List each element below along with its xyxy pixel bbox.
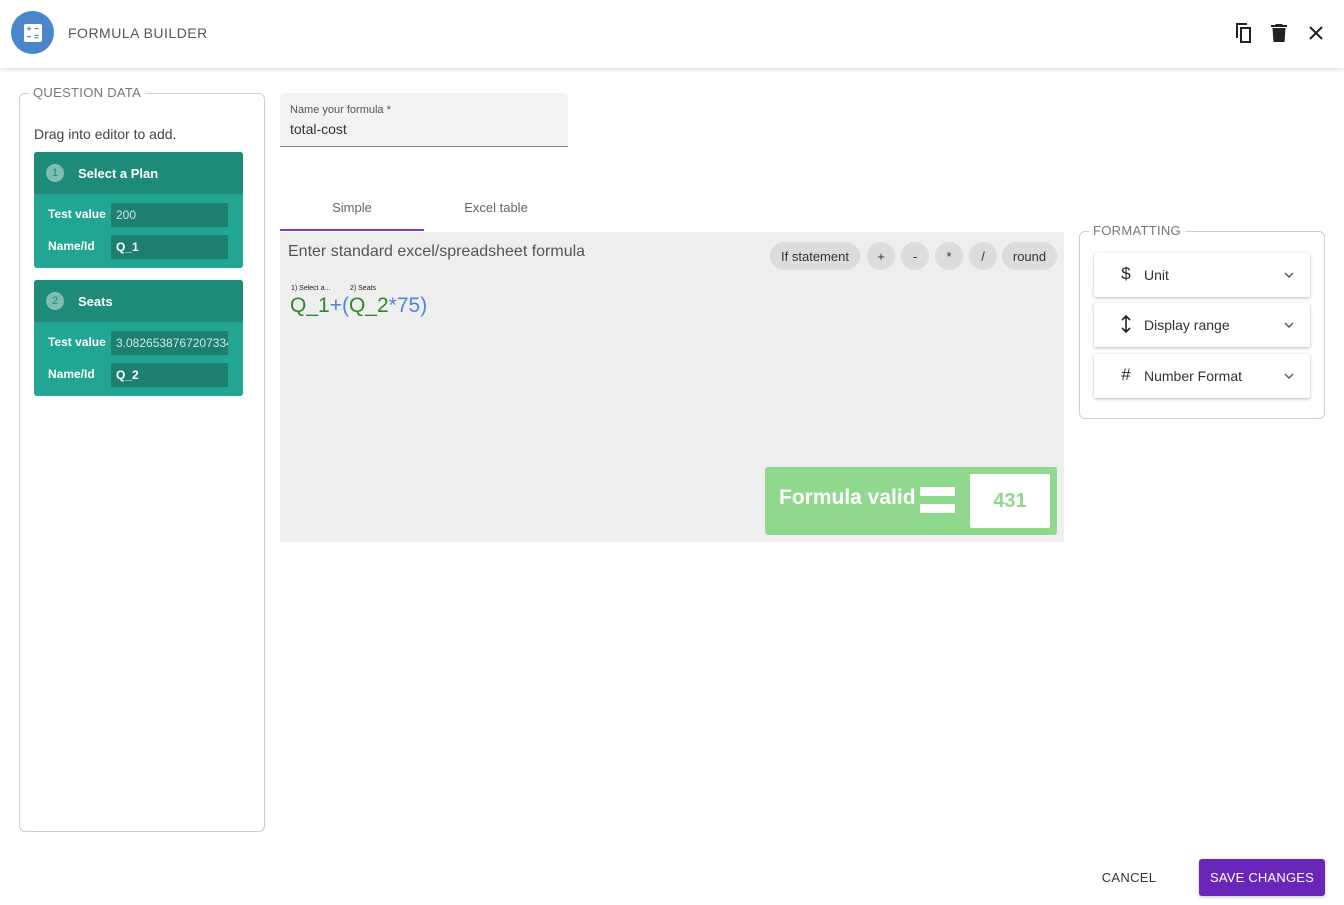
question-card-header[interactable]: 2 Seats (34, 280, 243, 322)
token-caption: 2) Seats (349, 285, 377, 292)
name-id-label: Name/Id (48, 239, 95, 253)
display-range-label: Display range (1144, 317, 1230, 333)
test-value-label: Test value (48, 207, 106, 221)
cancel-button[interactable]: CANCEL (1094, 860, 1164, 894)
equals-icon (920, 504, 955, 513)
save-changes-button[interactable]: SAVE CHANGES (1199, 859, 1325, 896)
name-id-input[interactable]: Q_1 (111, 235, 228, 259)
formula-token-variable[interactable]: 1) Select a... Q_1 (290, 285, 330, 318)
number-format-label: Number Format (1144, 368, 1243, 384)
question-title: Select a Plan (78, 165, 159, 181)
if-statement-button[interactable]: If statement (770, 242, 860, 270)
formula-editor[interactable]: Enter standard excel/spreadsheet formula… (280, 232, 1064, 542)
chevron-down-icon (1284, 373, 1294, 379)
formula-status-box: Formula valid 431 (765, 467, 1057, 535)
hash-icon: # (1121, 365, 1131, 384)
question-title: Seats (78, 293, 113, 309)
formula-result: 431 (970, 474, 1050, 528)
copy-icon (1236, 23, 1251, 43)
display-range-dropdown[interactable]: Display range (1094, 303, 1310, 347)
formatting-panel: FORMATTING $ Unit Display range # Number… (1079, 223, 1325, 419)
question-data-panel: QUESTION DATA Drag into editor to add. 1… (19, 85, 265, 832)
question-number-badge: 1 (46, 164, 64, 182)
unit-dropdown[interactable]: $ Unit (1094, 253, 1310, 297)
drag-hint: Drag into editor to add. (34, 126, 177, 142)
question-data-legend: QUESTION DATA (29, 85, 146, 100)
chevron-down-icon (1284, 272, 1294, 278)
tab-excel-table[interactable]: Excel table (424, 193, 568, 231)
delete-icon (1271, 24, 1287, 42)
formula-status-text: Formula valid (779, 486, 916, 509)
formula-token-operator: *75) (388, 294, 428, 317)
name-id-input[interactable]: Q_2 (111, 363, 228, 387)
divide-button[interactable]: / (969, 242, 997, 270)
vertical-arrows-icon (1116, 314, 1136, 334)
name-id-label: Name/Id (48, 367, 95, 381)
plus-button[interactable]: + (867, 242, 895, 270)
round-button[interactable]: round (1002, 242, 1057, 270)
question-number-badge: 2 (46, 292, 64, 310)
equals-icon (920, 487, 955, 496)
test-value-input[interactable]: 200 (111, 203, 228, 227)
copy-button[interactable] (1230, 20, 1256, 46)
formula-expression[interactable]: 1) Select a... Q_1+(2) Seats Q_2*75) (290, 285, 428, 318)
test-value-input[interactable]: 3.0826538767207334 (111, 331, 228, 355)
formula-token-variable[interactable]: 2) Seats Q_2 (348, 285, 389, 318)
token-text: Q_1 (290, 294, 330, 317)
test-value-label: Test value (48, 335, 106, 349)
multiply-button[interactable]: * (935, 242, 963, 270)
question-card-header[interactable]: 1 Select a Plan (34, 152, 243, 194)
token-text: Q_2 (348, 294, 389, 317)
question-card-seats[interactable]: 2 Seats Test value 3.0826538767207334 Na… (34, 280, 243, 396)
formula-token-operator: +( (329, 294, 349, 317)
question-card-select-plan[interactable]: 1 Select a Plan Test value 200 Name/Id Q… (34, 152, 243, 268)
header-bar: FORMULA BUILDER (0, 0, 1344, 68)
formula-name-input[interactable]: total-cost (290, 121, 347, 137)
formatting-legend: FORMATTING (1089, 223, 1185, 238)
token-caption: 1) Select a... (291, 285, 331, 292)
close-icon (1309, 26, 1323, 40)
formula-name-field[interactable]: Name your formula * total-cost (280, 93, 568, 147)
tab-simple[interactable]: Simple (280, 193, 424, 231)
calculator-icon (11, 11, 54, 54)
dollar-icon: $ (1121, 264, 1131, 283)
formula-name-label: Name your formula * (290, 104, 391, 116)
delete-button[interactable] (1266, 20, 1292, 46)
page-title: FORMULA BUILDER (68, 25, 208, 41)
number-format-dropdown[interactable]: # Number Format (1094, 354, 1310, 398)
minus-button[interactable]: - (901, 242, 929, 270)
chevron-down-icon (1284, 322, 1294, 328)
editor-hint: Enter standard excel/spreadsheet formula (288, 243, 586, 260)
close-button[interactable] (1303, 20, 1329, 46)
unit-label: Unit (1144, 267, 1169, 283)
